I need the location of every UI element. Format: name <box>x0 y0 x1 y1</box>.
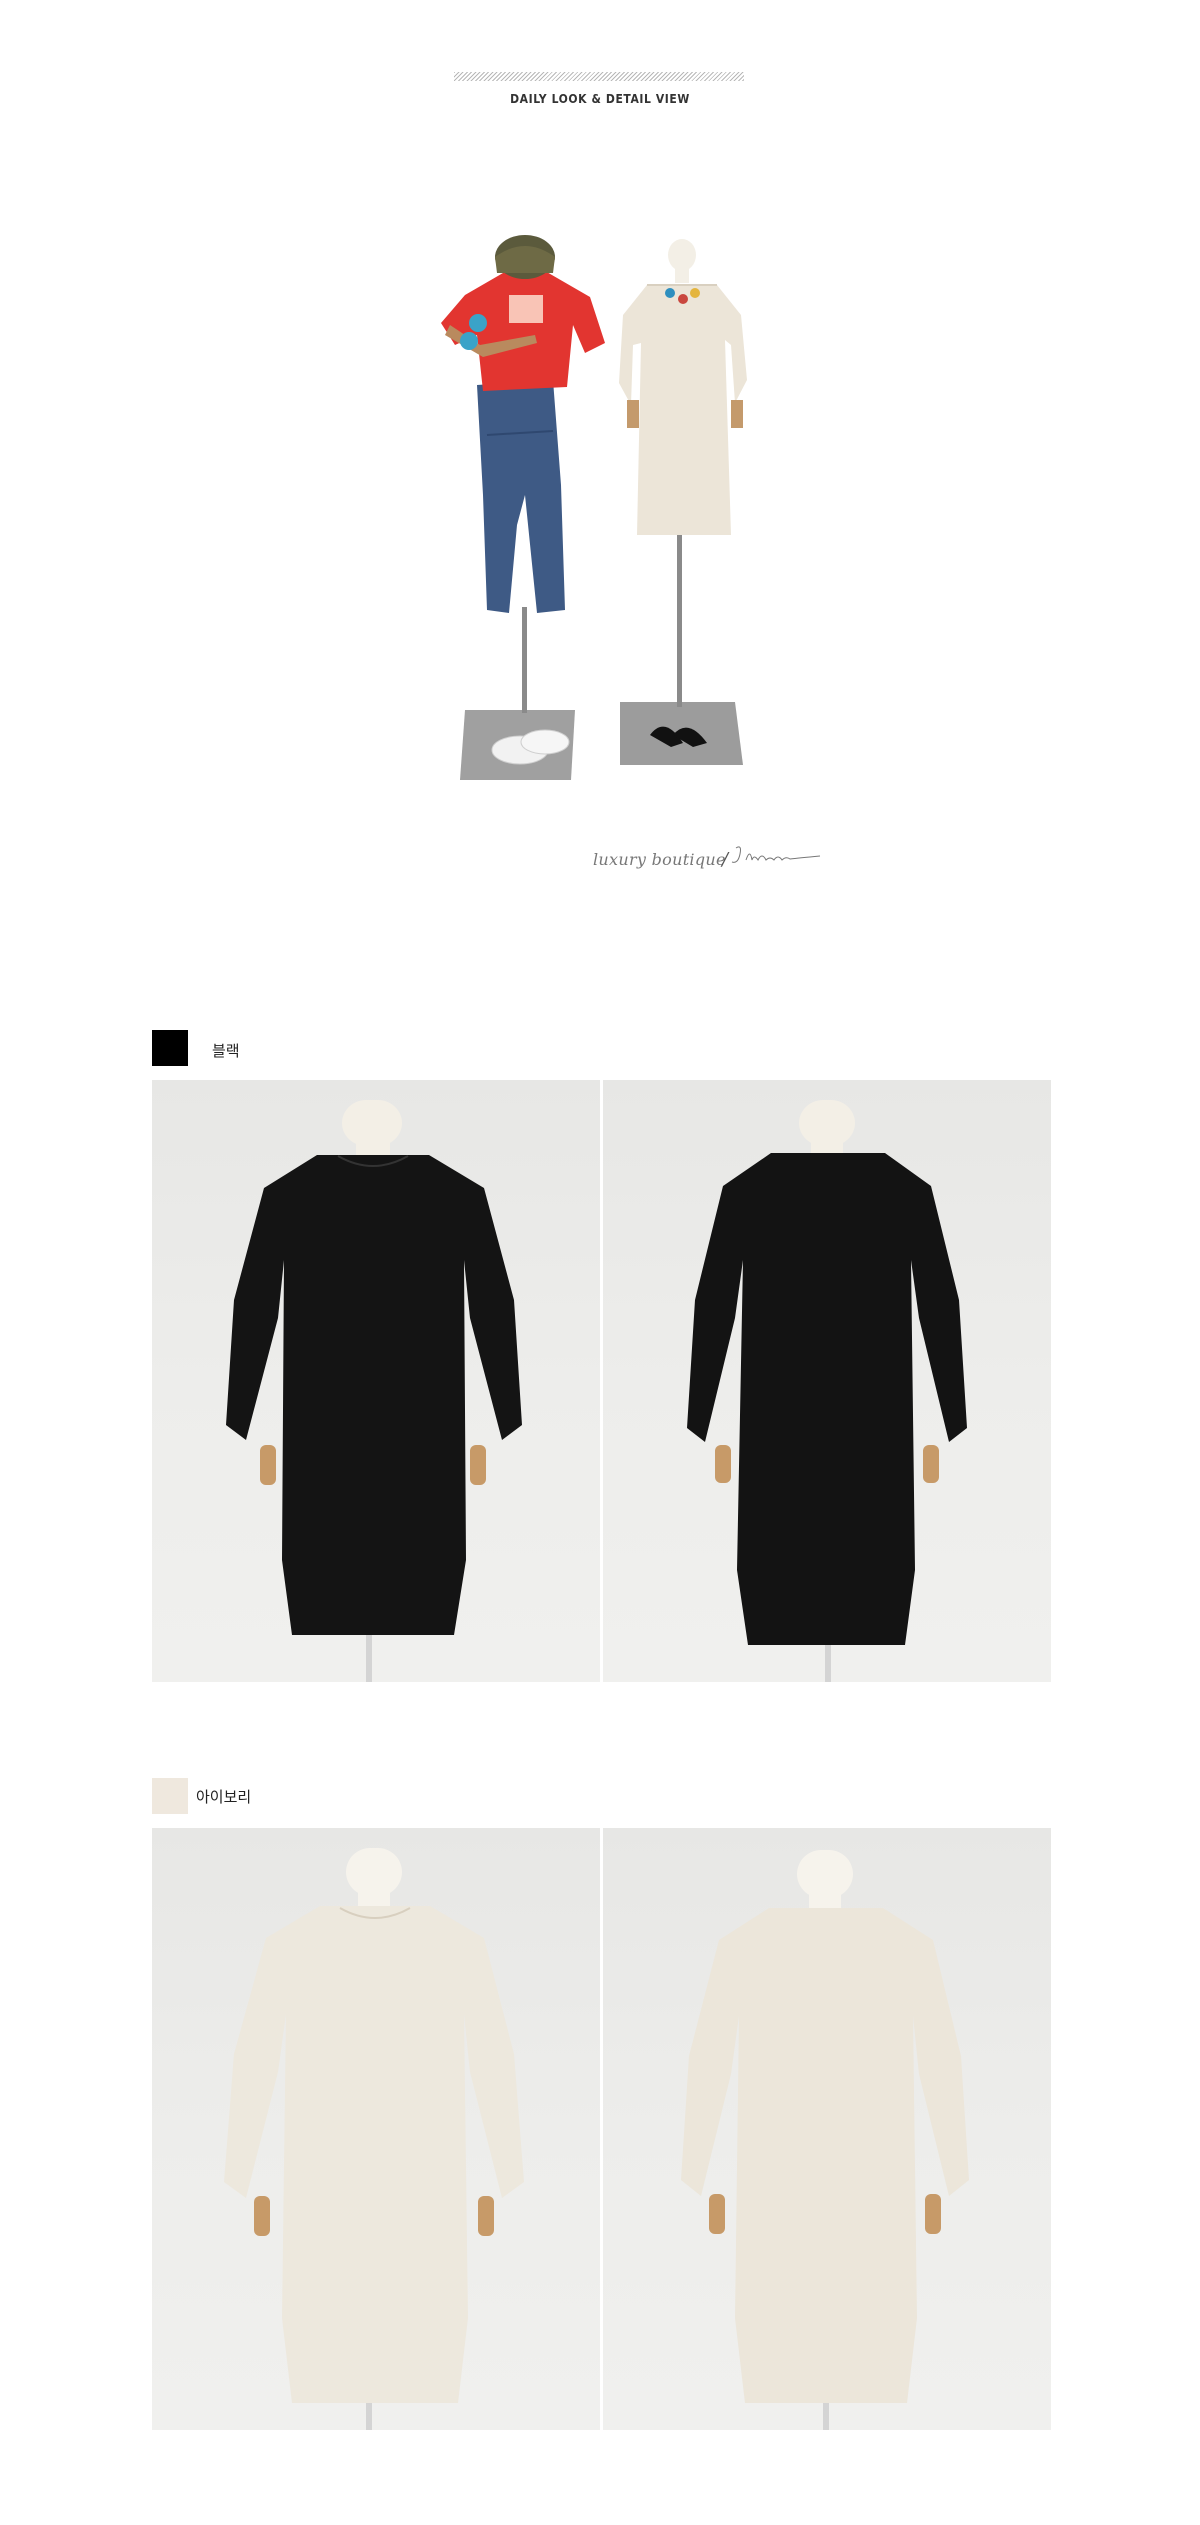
ivory-dress-front-photo <box>152 1828 600 2430</box>
color-swatch-ivory <box>152 1778 188 1814</box>
color-label-ivory: 아이보리 <box>196 1789 252 1806</box>
section-title: DAILY LOOK & DETAIL VIEW <box>510 92 690 106</box>
black-dress-back-photo <box>603 1080 1051 1682</box>
signature-tagline: luxury boutique <box>593 850 726 869</box>
daily-look-photo <box>441 235 747 780</box>
color-label-black: 블랙 <box>212 1043 240 1060</box>
ivory-dress-back-photo <box>603 1828 1051 2430</box>
color-swatch-black <box>152 1030 188 1066</box>
black-dress-front-photo <box>152 1080 600 1682</box>
header-hatch-decoration <box>454 72 744 81</box>
brand-signature-logo <box>731 846 821 863</box>
